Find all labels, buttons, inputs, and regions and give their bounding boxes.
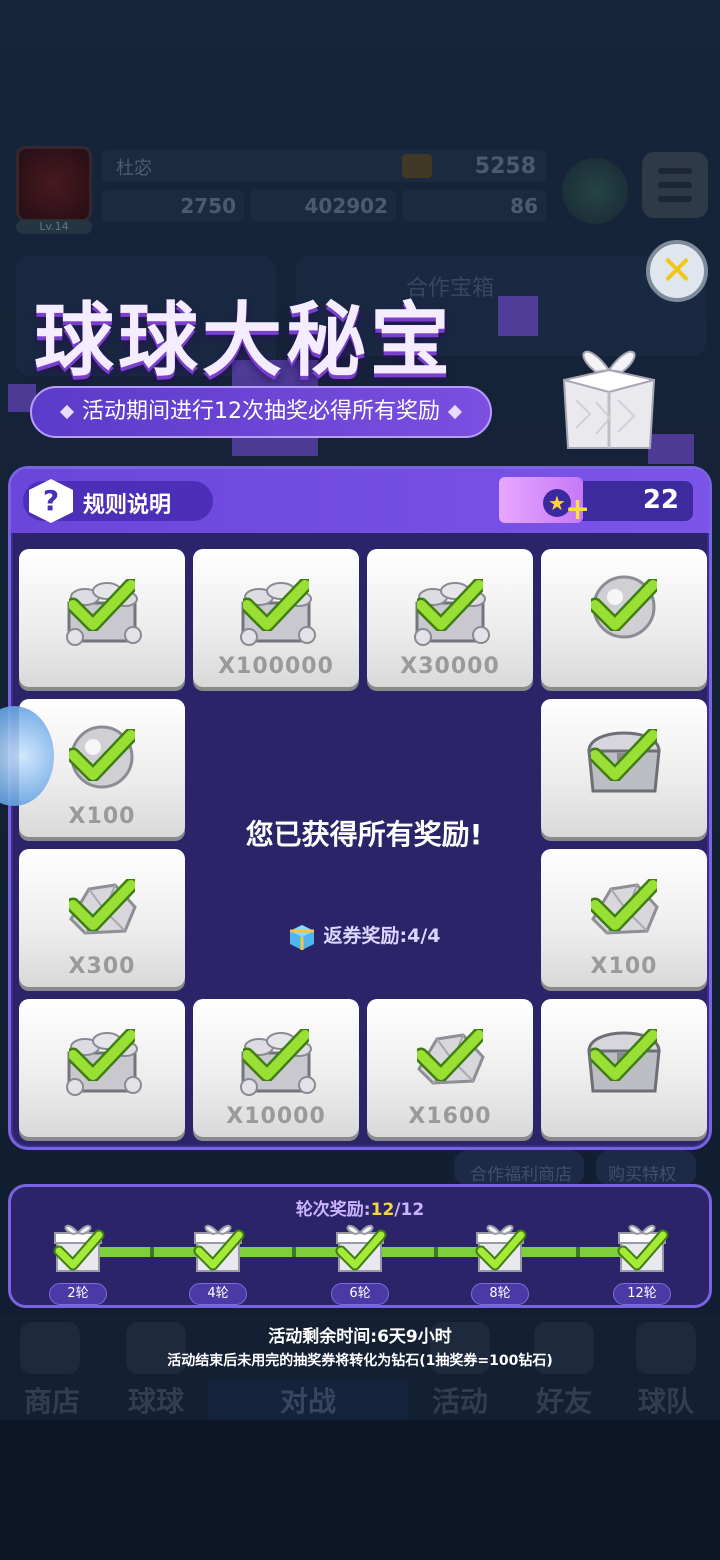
reward-cell xyxy=(541,549,707,687)
round-reward-panel: 轮次奖励:12/12 2轮 4轮 6轮 8轮 12轮 xyxy=(8,1184,712,1308)
reward-quantity: X300 xyxy=(68,954,136,979)
track-separator xyxy=(292,1247,296,1257)
reward-panel: ? 规则说明 ★ + 22 X100000 X30000 X100 X300 X100 X… xyxy=(8,466,712,1150)
track-separator xyxy=(150,1247,154,1257)
round-reward-title: 轮次奖励:12/12 xyxy=(11,1195,709,1220)
close-button[interactable]: ✕ xyxy=(646,240,708,302)
round-total: /12 xyxy=(394,1200,425,1220)
checkmark-icon xyxy=(591,579,657,631)
gift-box-icon xyxy=(562,350,656,449)
reward-cell xyxy=(541,699,707,837)
question-icon: ? xyxy=(29,479,73,523)
reward-cell: X1600 xyxy=(367,999,533,1137)
checkmark-icon xyxy=(243,579,309,631)
reward-quantity: X100 xyxy=(590,954,658,979)
all-rewards-message: 您已获得所有奖励! xyxy=(245,818,483,851)
reward-quantity: X100000 xyxy=(218,654,334,679)
checkmark-icon xyxy=(417,579,483,631)
reward-cell: X300 xyxy=(19,849,185,987)
reward-quantity: X100 xyxy=(68,804,136,829)
reward-cell xyxy=(541,999,707,1137)
close-icon: ✕ xyxy=(660,248,694,294)
add-ticket-button[interactable]: + xyxy=(565,495,590,525)
reward-quantity: X30000 xyxy=(400,654,500,679)
event-title: 球球大秘宝 xyxy=(34,294,454,387)
round-gift-node xyxy=(191,1223,245,1273)
checkmark-icon xyxy=(591,879,657,931)
ticket-count: 22 xyxy=(642,485,679,515)
rules-label: 规则说明 xyxy=(83,493,172,518)
reward-cell: X30000 xyxy=(367,549,533,687)
reward-cell: X100 xyxy=(541,849,707,987)
refund-text: 返券奖励:4/4 xyxy=(323,925,441,947)
refund-reward: 返券奖励:4/4 xyxy=(191,921,537,951)
diamond-icon xyxy=(447,404,463,420)
checkmark-icon xyxy=(243,1029,309,1081)
round-node-label: 6轮 xyxy=(331,1283,389,1305)
deco-square xyxy=(498,296,538,336)
event-subtitle-text: 活动期间进行12次抽奖必得所有奖励 xyxy=(82,399,440,424)
round-gift-node xyxy=(51,1223,105,1273)
track-separator xyxy=(434,1247,438,1257)
gift-icon xyxy=(617,1224,669,1272)
round-title-prefix: 轮次奖励: xyxy=(295,1200,371,1220)
gift-cube-icon xyxy=(289,924,314,950)
reward-cell: X100000 xyxy=(193,549,359,687)
event-subtitle: 活动期间进行12次抽奖必得所有奖励 xyxy=(30,386,492,438)
round-gift-node xyxy=(333,1223,387,1273)
checkmark-icon xyxy=(69,1029,135,1081)
round-node-label: 2轮 xyxy=(49,1283,107,1305)
reward-quantity: X1600 xyxy=(408,1104,492,1129)
round-gift-node xyxy=(615,1223,669,1273)
reward-cell xyxy=(19,549,185,687)
gift-icon xyxy=(475,1224,527,1272)
track-separator xyxy=(576,1247,580,1257)
checkmark-icon xyxy=(69,879,135,931)
checkmark-icon xyxy=(591,1029,657,1081)
round-gift-node xyxy=(473,1223,527,1273)
panel-header: ? 规则说明 ★ + 22 xyxy=(11,469,709,533)
diamond-icon xyxy=(59,404,75,420)
time-remaining: 活动剩余时间:6天9小时 xyxy=(268,1327,452,1347)
conversion-note: 活动结束后未用完的抽奖券将转化为钻石(1抽奖券=100钻石) xyxy=(167,1353,553,1369)
gift-icon xyxy=(53,1224,105,1272)
checkmark-icon xyxy=(69,579,135,631)
reward-cell: X10000 xyxy=(193,999,359,1137)
ticket-counter: ★ + 22 xyxy=(499,477,693,525)
round-node-label: 8轮 xyxy=(471,1283,529,1305)
round-node-label: 4轮 xyxy=(189,1283,247,1305)
reward-cell xyxy=(19,999,185,1137)
checkmark-icon xyxy=(591,729,657,781)
round-node-label: 12轮 xyxy=(613,1283,671,1305)
reward-quantity: X10000 xyxy=(226,1104,326,1129)
checkmark-icon xyxy=(417,1029,483,1081)
checkmark-icon xyxy=(69,729,135,781)
round-current: 12 xyxy=(370,1200,395,1220)
gift-icon xyxy=(193,1224,245,1272)
gift-icon xyxy=(335,1224,387,1272)
rules-button[interactable]: ? 规则说明 xyxy=(23,479,213,523)
